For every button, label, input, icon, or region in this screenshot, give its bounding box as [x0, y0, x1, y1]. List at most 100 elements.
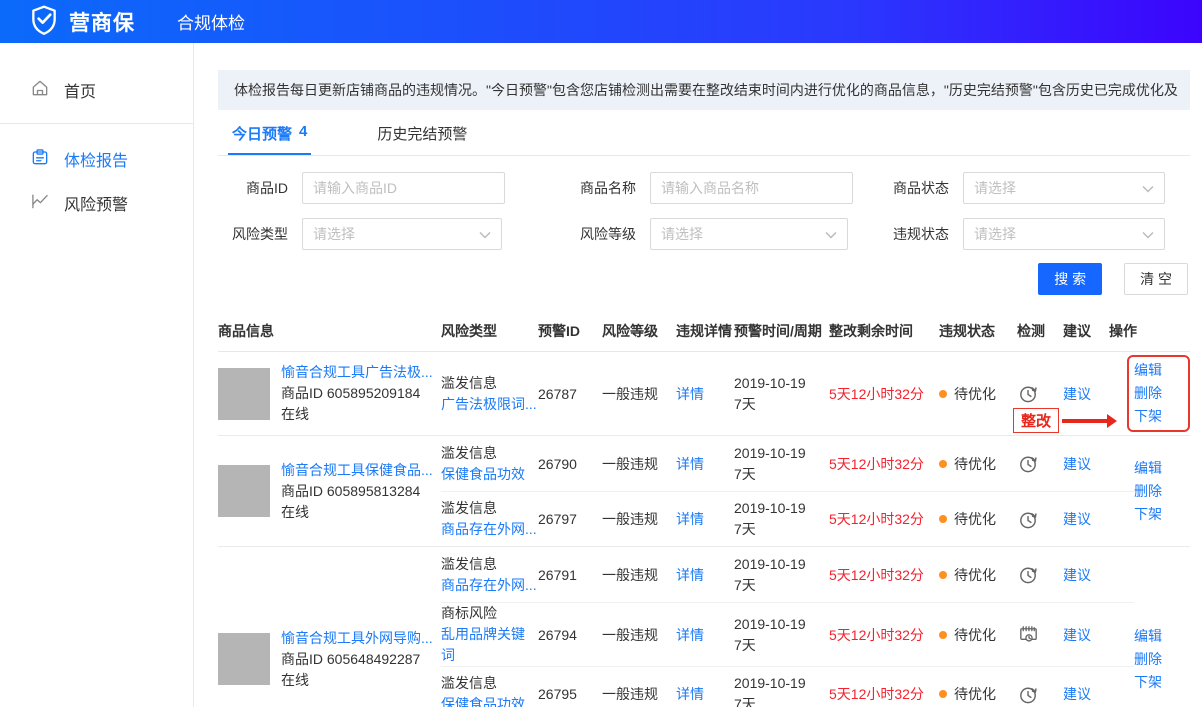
- off-shelf-link[interactable]: 下架: [1134, 503, 1190, 526]
- clock-refresh-icon[interactable]: [1017, 683, 1063, 706]
- sidebar-item-report[interactable]: 体检报告: [0, 137, 193, 181]
- col-suggest: 建议: [1063, 321, 1109, 341]
- status-dot: [939, 460, 947, 468]
- warn-id: 26787: [538, 386, 602, 402]
- risk-row: 滥发信息商品存在外网... 26791 一般违规 详情 2019-10-197天…: [441, 547, 1134, 602]
- detail-link[interactable]: 详情: [676, 454, 734, 474]
- chevron-down-icon: [1142, 226, 1154, 242]
- product-thumbnail: [218, 368, 270, 420]
- operations-cell: 编辑 删除 下架: [1134, 436, 1190, 546]
- risk-name-link[interactable]: 商品存在外网...: [441, 521, 537, 537]
- risk-level: 一般违规: [602, 684, 676, 704]
- violation-status-label: 违规状态: [848, 224, 949, 244]
- app-title: 合规体检: [177, 9, 245, 34]
- main-content: 体检报告每日更新店铺商品的违规情况。"今日预警"包含您店铺检测出需要在整改结束时…: [194, 43, 1202, 707]
- detail-link[interactable]: 详情: [676, 625, 734, 645]
- product-title-link[interactable]: 愉音合规工具保健食品...: [281, 460, 433, 481]
- sidebar-item-home[interactable]: 首页: [0, 68, 193, 112]
- risk-category: 商标风险: [441, 603, 538, 624]
- tab-history-warnings[interactable]: 历史完结预警: [373, 110, 471, 155]
- clock-refresh-icon[interactable]: [1017, 508, 1063, 531]
- search-button[interactable]: 搜 索: [1038, 263, 1102, 295]
- off-shelf-link[interactable]: 下架: [1134, 405, 1183, 428]
- suggest-link[interactable]: 建议: [1063, 625, 1109, 645]
- select-placeholder: 请选择: [974, 178, 1016, 198]
- product-cell: 愉音合规工具保健食品... 商品ID 605895813284 在线: [218, 436, 441, 546]
- topbar: 营商保 合规体检: [0, 0, 1202, 43]
- remaining-time: 5天12小时32分: [829, 565, 939, 585]
- suggest-link[interactable]: 建议: [1063, 454, 1109, 474]
- suggest-link[interactable]: 建议: [1063, 565, 1109, 585]
- sidebar-divider: [0, 123, 193, 124]
- trend-icon: [30, 191, 50, 216]
- delete-link[interactable]: 删除: [1134, 382, 1183, 405]
- sidebar-item-risk[interactable]: 风险预警: [0, 181, 193, 225]
- col-remaining: 整改剩余时间: [829, 321, 939, 341]
- status-dot: [939, 390, 947, 398]
- warn-cycle: 7天: [734, 464, 829, 485]
- warn-cycle: 7天: [734, 394, 829, 415]
- risk-level-label: 风险等级: [502, 224, 636, 244]
- warn-cycle: 7天: [734, 519, 829, 540]
- product-id: 商品ID 605895813284: [281, 481, 433, 502]
- risk-name-link[interactable]: 商品存在外网...: [441, 577, 537, 593]
- detail-link[interactable]: 详情: [676, 509, 734, 529]
- risk-level-select[interactable]: 请选择: [650, 218, 848, 250]
- calendar-clock-icon[interactable]: [1017, 623, 1063, 646]
- status-dot: [939, 690, 947, 698]
- risk-level: 一般违规: [602, 454, 676, 474]
- clock-refresh-icon[interactable]: [1017, 563, 1063, 586]
- col-detect: 检测: [1017, 321, 1063, 341]
- risk-name-link[interactable]: 保健食品功效: [441, 466, 525, 482]
- risk-name-link[interactable]: 乱用品牌关键词: [441, 626, 525, 663]
- clock-refresh-icon[interactable]: [1017, 452, 1063, 475]
- violation-status-select[interactable]: 请选择: [963, 218, 1165, 250]
- clock-refresh-icon[interactable]: [1017, 382, 1063, 405]
- product-id-input[interactable]: [302, 172, 505, 204]
- table-row-group: 愉音合规工具广告法极... 商品ID 605895209184 在线 滥发信息广…: [218, 352, 1190, 436]
- suggest-link[interactable]: 建议: [1063, 384, 1109, 404]
- filter-form: 商品ID 商品名称 商品状态 请选择 风险类型 请选择: [218, 172, 1190, 250]
- off-shelf-link[interactable]: 下架: [1134, 671, 1190, 694]
- warn-date: 2019-10-19: [734, 673, 829, 694]
- warn-id: 26795: [538, 686, 602, 702]
- table-header: 商品信息 风险类型 预警ID 风险等级 违规详情 预警时间/周期 整改剩余时间 …: [218, 310, 1190, 352]
- product-title-link[interactable]: 愉音合规工具外网导购...: [281, 628, 433, 649]
- sidebar: 首页 体检报告 风险预警: [0, 43, 194, 707]
- product-name-input[interactable]: [650, 172, 853, 204]
- risk-level: 一般违规: [602, 384, 676, 404]
- risk-name-link[interactable]: 广告法极限词...: [441, 396, 537, 412]
- product-online-status: 在线: [281, 670, 433, 691]
- warn-date: 2019-10-19: [734, 498, 829, 519]
- operations-cell: 编辑 删除 下架: [1134, 572, 1190, 707]
- col-ops: 操作: [1109, 321, 1165, 341]
- remaining-time: 5天12小时32分: [829, 625, 939, 645]
- delete-link[interactable]: 删除: [1134, 480, 1190, 503]
- product-status-select[interactable]: 请选择: [963, 172, 1165, 204]
- tab-today-warnings[interactable]: 今日预警 4: [228, 110, 311, 155]
- product-id: 商品ID 605895209184: [281, 383, 433, 404]
- edit-link[interactable]: 编辑: [1134, 359, 1183, 382]
- tab-bar: 今日预警 4 历史完结预警: [218, 110, 1190, 156]
- detail-link[interactable]: 详情: [676, 565, 734, 585]
- edit-link[interactable]: 编辑: [1134, 457, 1190, 480]
- risk-type-select[interactable]: 请选择: [302, 218, 502, 250]
- detail-link[interactable]: 详情: [676, 384, 734, 404]
- risk-name-link[interactable]: 保健食品功效: [441, 696, 525, 707]
- suggest-link[interactable]: 建议: [1063, 509, 1109, 529]
- product-name-label: 商品名称: [502, 178, 636, 198]
- warn-date: 2019-10-19: [734, 373, 829, 394]
- brand-logo: 营商保: [28, 4, 135, 39]
- warn-date: 2019-10-19: [734, 443, 829, 464]
- delete-link[interactable]: 删除: [1134, 648, 1190, 671]
- edit-link[interactable]: 编辑: [1134, 625, 1190, 648]
- remaining-time: 5天12小时32分: [829, 384, 939, 404]
- violation-status: 待优化: [954, 509, 996, 529]
- warn-cycle: 7天: [734, 635, 829, 656]
- detail-link[interactable]: 详情: [676, 684, 734, 704]
- product-title-link[interactable]: 愉音合规工具广告法极...: [281, 362, 433, 383]
- risk-type-label: 风险类型: [218, 224, 288, 244]
- product-online-status: 在线: [281, 404, 433, 425]
- suggest-link[interactable]: 建议: [1063, 684, 1109, 704]
- clear-button[interactable]: 清 空: [1124, 263, 1188, 295]
